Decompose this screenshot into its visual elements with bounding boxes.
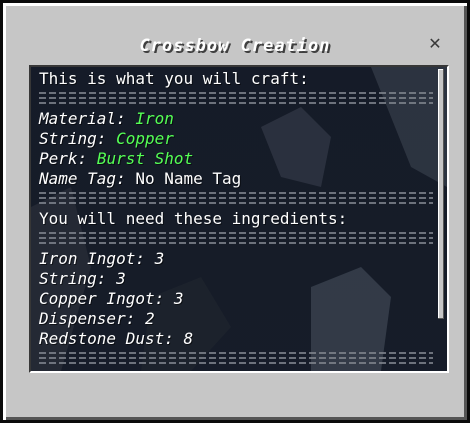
scrollbar[interactable] <box>438 69 444 319</box>
section-divider <box>39 352 433 364</box>
panel-content: This is what you will craft: Material: I… <box>39 69 433 371</box>
field-value: Copper <box>116 129 174 148</box>
field-value: Burst Shot <box>96 149 194 168</box>
ingredient-label: String: <box>39 269 107 288</box>
ingredient-label: Iron Ingot: <box>39 249 145 268</box>
craft-heading: This is what you will craft: <box>39 69 309 88</box>
ingredient-item: Copper Ingot: 3 <box>39 289 433 309</box>
field-label: String: <box>39 129 107 148</box>
dialog-title: Crossbow Creation <box>139 36 331 56</box>
ingredient-item: String: 3 <box>39 269 433 289</box>
crossbow-creation-dialog: Crossbow Creation ✕ This is what you wil… <box>0 0 470 423</box>
field-value: Iron <box>135 109 174 128</box>
ingredient-qty: 8 <box>183 329 194 348</box>
section-divider <box>39 232 433 244</box>
field-label: Perk: <box>39 149 88 168</box>
ingredient-item: Dispenser: 2 <box>39 309 433 329</box>
field-perk: Perk: Burst Shot <box>39 149 433 169</box>
ingredient-qty: 3 <box>116 269 126 288</box>
section-divider <box>39 92 433 104</box>
field-name-tag: Name Tag: No Name Tag <box>39 169 433 189</box>
close-icon[interactable]: ✕ <box>427 36 443 52</box>
ingredient-qty: 2 <box>144 309 155 328</box>
ingredients-heading: You will need these ingredients: <box>39 209 348 228</box>
ingredient-label: Dispenser: <box>39 309 136 328</box>
field-label: Material: <box>39 109 126 128</box>
crafting-summary-panel: This is what you will craft: Material: I… <box>29 65 449 373</box>
ingredient-qty: 3 <box>154 249 165 268</box>
field-label: Name Tag: <box>39 169 126 188</box>
field-string: String: Copper <box>39 129 433 149</box>
field-material: Material: Iron <box>39 109 433 129</box>
field-value: No Name Tag <box>135 169 242 188</box>
ingredient-qty: 3 <box>173 289 184 308</box>
ingredient-label: Copper Ingot: <box>39 289 165 308</box>
section-divider <box>39 192 433 204</box>
ingredient-item: Iron Ingot: 3 <box>39 249 433 269</box>
ingredient-label: Redstone Dust: <box>39 329 174 348</box>
ingredient-item: Redstone Dust: 8 <box>39 329 433 349</box>
